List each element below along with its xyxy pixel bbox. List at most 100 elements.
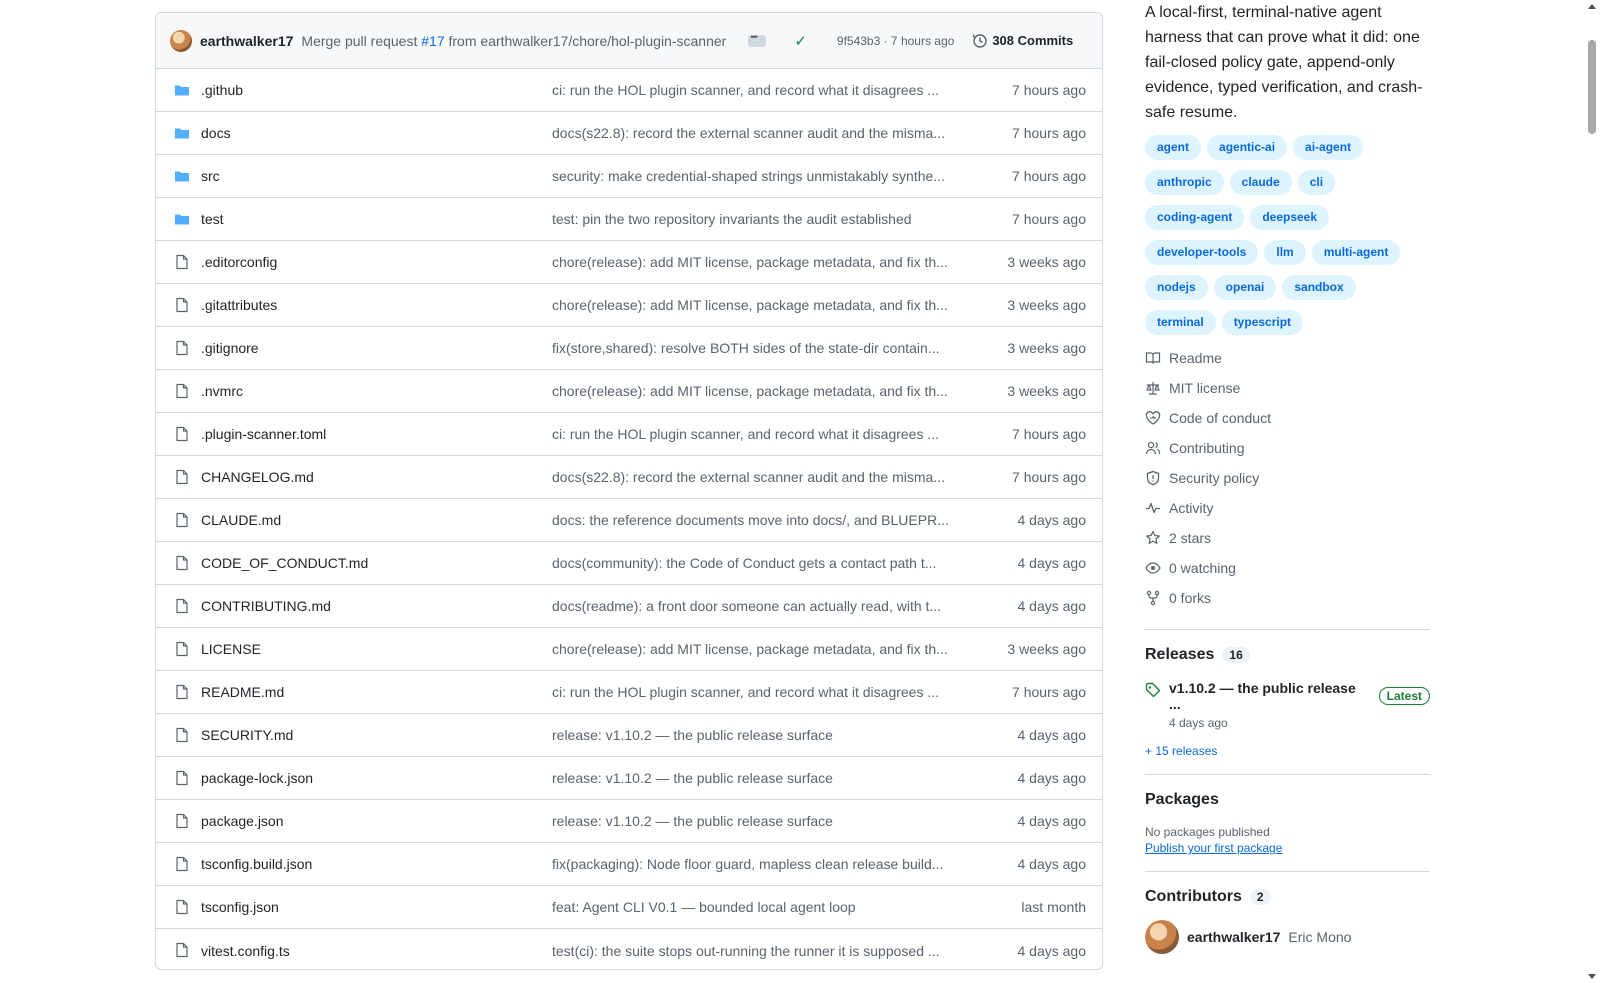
topic-tag[interactable]: deepseek (1250, 205, 1330, 230)
file-commit-message[interactable]: fix(store,shared): resolve BOTH sides of… (552, 340, 962, 356)
file-name[interactable]: package-lock.json (201, 770, 313, 786)
scroll-thumb[interactable] (1588, 40, 1596, 134)
publish-package-link[interactable]: Publish your first package (1145, 841, 1430, 855)
meta-link[interactable]: Activity (1145, 493, 1430, 523)
file-name[interactable]: .github (201, 82, 243, 98)
author-avatar[interactable] (170, 29, 192, 52)
meta-link[interactable]: 2 stars (1145, 523, 1430, 553)
file-name[interactable]: src (201, 168, 220, 184)
topic-tag[interactable]: sandbox (1282, 275, 1356, 300)
meta-link[interactable]: Security policy (1145, 463, 1430, 493)
meta-link[interactable]: Contributing (1145, 433, 1430, 463)
file-row[interactable]: .editorconfig chore(release): add MIT lic… (156, 241, 1102, 284)
file-commit-message[interactable]: fix(packaging): Node floor guard, maples… (552, 856, 962, 872)
file-row[interactable]: .plugin-scanner.toml ci: run the HOL plug… (156, 413, 1102, 456)
file-name[interactable]: CONTRIBUTING.md (201, 598, 331, 614)
file-name[interactable]: vitest.config.ts (201, 943, 290, 959)
file-row[interactable]: test test: pin the two repository invaria… (156, 198, 1102, 241)
topic-tag[interactable]: agent (1145, 135, 1202, 160)
topic-tag[interactable]: agentic-ai (1207, 135, 1288, 160)
file-row[interactable]: docs docs(s22.8): record the external sca… (156, 112, 1102, 155)
topic-tag[interactable]: nodejs (1145, 275, 1208, 300)
file-row[interactable]: vitest.config.ts test(ci): the suite stop… (156, 929, 1102, 969)
file-name[interactable]: SECURITY.md (201, 727, 293, 743)
topic-tag[interactable]: ai-agent (1293, 135, 1364, 160)
scroll-up-arrow[interactable] (1588, 4, 1596, 9)
contributor-login[interactable]: earthwalker17 (1187, 929, 1280, 945)
contributor-avatar[interactable] (1145, 920, 1179, 954)
file-row[interactable]: CODE_OF_CONDUCT.md docs(community): the C… (156, 542, 1102, 585)
file-name[interactable]: .editorconfig (201, 254, 277, 270)
meta-link[interactable]: MIT license (1145, 373, 1430, 403)
check-icon[interactable]: ✓ (794, 32, 807, 50)
file-row[interactable]: .nvmrc chore(release): add MIT license, p… (156, 370, 1102, 413)
file-row[interactable]: .github ci: run the HOL plugin scanner, a… (156, 69, 1102, 112)
releases-heading[interactable]: Releases 16 (1145, 646, 1430, 664)
file-commit-message[interactable]: docs(community): the Code of Conduct get… (552, 555, 962, 571)
file-commit-message[interactable]: docs(readme): a front door someone can a… (552, 598, 962, 614)
topic-tag[interactable]: typescript (1221, 310, 1304, 335)
topic-tag[interactable]: cli (1297, 170, 1336, 195)
file-row[interactable]: .gitignore fix(store,shared): resolve BOT… (156, 327, 1102, 370)
contributors-heading[interactable]: Contributors 2 (1145, 888, 1430, 906)
file-name[interactable]: README.md (201, 684, 284, 700)
file-name[interactable]: CLAUDE.md (201, 512, 281, 528)
file-name[interactable]: CHANGELOG.md (201, 469, 314, 485)
file-name[interactable]: test (201, 211, 224, 227)
file-row[interactable]: LICENSE chore(release): add MIT license, … (156, 628, 1102, 671)
file-row[interactable]: tsconfig.build.json fix(packaging): Node … (156, 843, 1102, 886)
file-commit-message[interactable]: docs: the reference documents move into … (552, 512, 962, 528)
page-scrollbar[interactable] (1584, 0, 1600, 983)
topic-tag[interactable]: coding-agent (1145, 205, 1245, 230)
expand-commit-button[interactable] (748, 32, 767, 47)
file-row[interactable]: package-lock.json release: v1.10.2 — the … (156, 757, 1102, 800)
file-name[interactable]: .plugin-scanner.toml (201, 426, 326, 442)
pr-link[interactable]: #17 (421, 33, 444, 49)
packages-heading[interactable]: Packages (1145, 791, 1430, 809)
file-row[interactable]: package.json release: v1.10.2 — the publi… (156, 800, 1102, 843)
file-commit-message[interactable]: security: make credential-shaped strings… (552, 168, 962, 184)
release-name[interactable]: v1.10.2 — the public release ... (1169, 680, 1367, 712)
file-commit-message[interactable]: chore(release): add MIT license, package… (552, 641, 962, 657)
scroll-down-arrow[interactable] (1588, 974, 1596, 979)
file-name[interactable]: .gitignore (201, 340, 259, 356)
topic-tag[interactable]: llm (1264, 240, 1306, 265)
file-name[interactable]: tsconfig.build.json (201, 856, 312, 872)
file-commit-message[interactable]: chore(release): add MIT license, package… (552, 297, 962, 313)
file-commit-message[interactable]: release: v1.10.2 — the public release su… (552, 813, 962, 829)
commit-author[interactable]: earthwalker17 (200, 33, 293, 49)
commits-link[interactable]: 308 Commits (972, 33, 1073, 49)
file-row[interactable]: CONTRIBUTING.md docs(readme): a front doo… (156, 585, 1102, 628)
topic-tag[interactable]: openai (1213, 275, 1277, 300)
topic-tag[interactable]: developer-tools (1145, 240, 1259, 265)
topic-tag[interactable]: anthropic (1145, 170, 1224, 195)
file-row[interactable]: README.md ci: run the HOL plugin scanner,… (156, 671, 1102, 714)
latest-release[interactable]: v1.10.2 — the public release ... Latest … (1145, 680, 1430, 730)
file-name[interactable]: docs (201, 125, 231, 141)
file-commit-message[interactable]: release: v1.10.2 — the public release su… (552, 727, 962, 743)
file-name[interactable]: .gitattributes (201, 297, 277, 313)
meta-link[interactable]: 0 watching (1145, 553, 1430, 583)
more-releases-link[interactable]: + 15 releases (1145, 744, 1430, 758)
topic-tag[interactable]: multi-agent (1311, 240, 1401, 265)
file-name[interactable]: CODE_OF_CONDUCT.md (201, 555, 368, 571)
file-row[interactable]: SECURITY.md release: v1.10.2 — the public… (156, 714, 1102, 757)
contributors-title[interactable]: Contributors (1145, 888, 1242, 906)
file-row[interactable]: CHANGELOG.md docs(s22.8): record the exte… (156, 456, 1102, 499)
meta-link[interactable]: Readme (1145, 343, 1430, 373)
topic-tag[interactable]: terminal (1145, 310, 1216, 335)
file-commit-message[interactable]: release: v1.10.2 — the public release su… (552, 770, 962, 786)
file-name[interactable]: package.json (201, 813, 284, 829)
file-commit-message[interactable]: docs(s22.8): record the external scanner… (552, 125, 962, 141)
file-commit-message[interactable]: feat: Agent CLI V0.1 — bounded local age… (552, 899, 962, 915)
releases-title[interactable]: Releases (1145, 646, 1214, 664)
file-commit-message[interactable]: ci: run the HOL plugin scanner, and reco… (552, 426, 962, 442)
file-row[interactable]: .gitattributes chore(release): add MIT li… (156, 284, 1102, 327)
commit-sha-age[interactable]: 9f543b3 · 7 hours ago (837, 34, 954, 48)
meta-link[interactable]: 0 forks (1145, 583, 1430, 613)
file-commit-message[interactable]: test: pin the two repository invariants … (552, 211, 962, 227)
commit-message[interactable]: Merge pull request #17 from earthwalker1… (301, 33, 726, 49)
file-row[interactable]: tsconfig.json feat: Agent CLI V0.1 — boun… (156, 886, 1102, 929)
file-commit-message[interactable]: chore(release): add MIT license, package… (552, 383, 962, 399)
file-commit-message[interactable]: ci: run the HOL plugin scanner, and reco… (552, 684, 962, 700)
